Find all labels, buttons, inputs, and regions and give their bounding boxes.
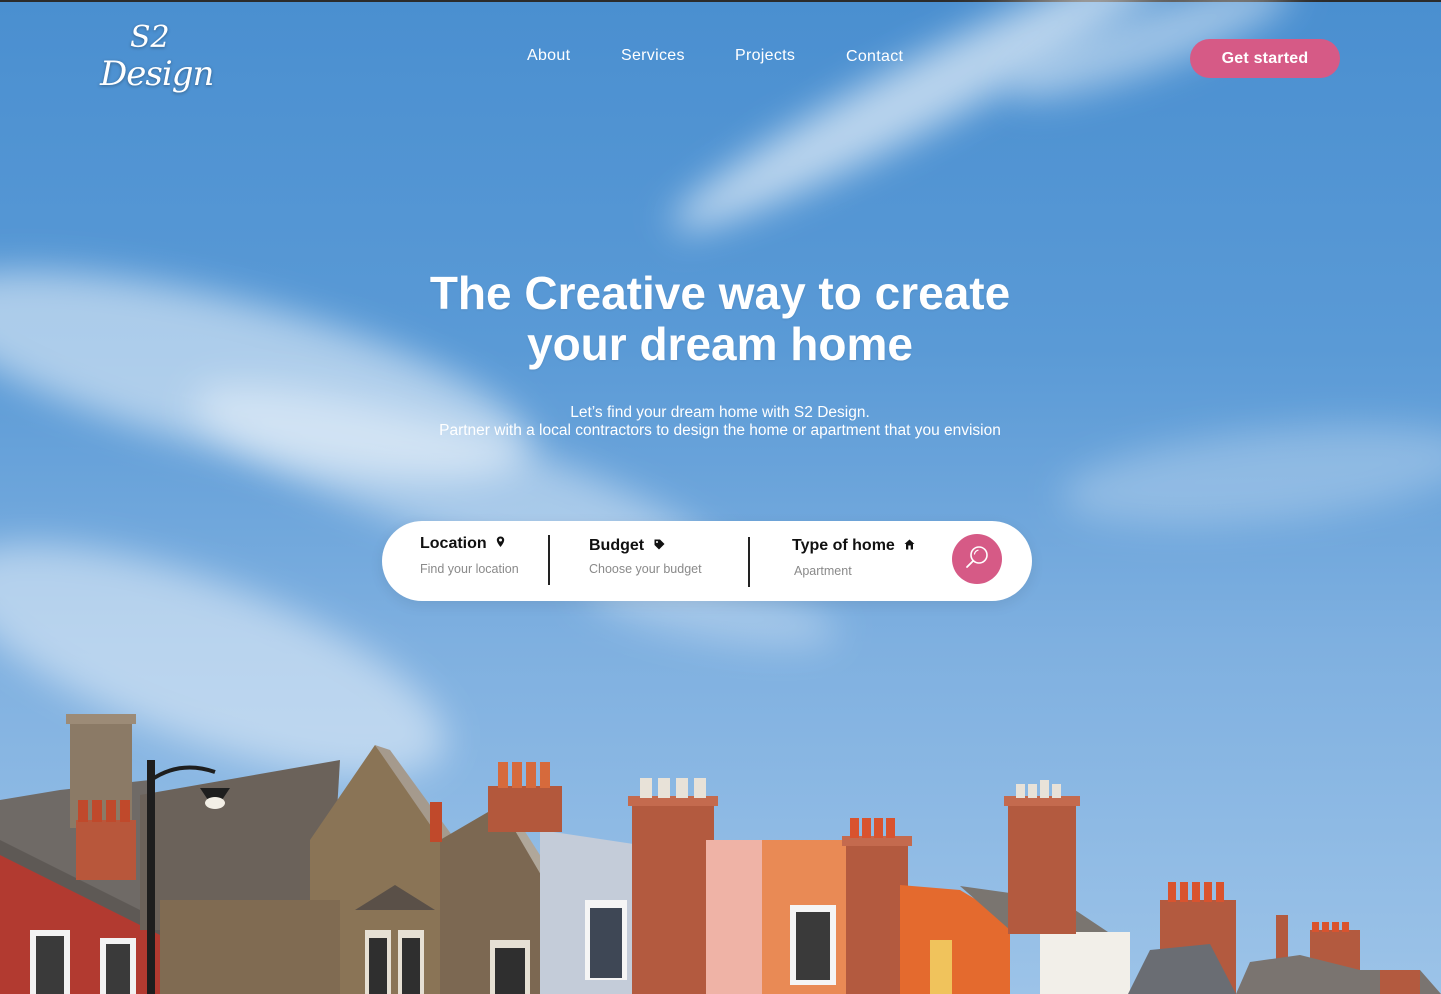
home-type-label-text: Type of home [792,537,895,555]
budget-field[interactable]: Budget Choose your budget [589,521,739,601]
nav-link-projects[interactable]: Projects [735,47,795,65]
nav-link-about[interactable]: About [527,47,570,65]
logo-line-2: Design [100,54,214,94]
budget-label-text: Budget [589,537,645,555]
logo-line-1: S2 [130,20,170,55]
get-started-button[interactable]: Get started [1190,39,1340,78]
budget-label: Budget [589,537,665,555]
hero-subtitle: Let’s find your dream home with S2 Desig… [320,404,1120,440]
house-icon [904,537,915,555]
home-type-field[interactable]: Type of home Apartment [792,521,942,601]
hero-subtitle-line-2: Partner with a local contractors to desi… [439,422,1001,439]
budget-placeholder: Choose your budget [589,562,702,576]
location-label: Location [420,535,505,553]
home-type-label: Type of home [792,537,915,555]
location-placeholder: Find your location [420,562,519,576]
nav-link-contact[interactable]: Contact [846,48,903,66]
nav-link-services[interactable]: Services [621,47,685,65]
hero-title-line-1: The Creative way to create [429,267,1011,319]
landing-page: S2 Design About Services Projects Contac… [0,0,1441,994]
search-icon [963,543,991,575]
rooftop-skyline-image [0,714,1441,994]
hero-subtitle-line-1: Let’s find your dream home with S2 Desig… [570,404,870,421]
tag-icon [654,537,665,555]
location-label-text: Location [420,535,487,553]
home-type-value: Apartment [794,564,852,578]
search-bar: Location Find your location Budget Choos… [382,521,1032,601]
brand-logo[interactable]: S2 Design [98,20,218,115]
hero-title: The Creative way to create your dream ho… [320,268,1120,370]
hero-title-line-2: your dream home [527,318,913,370]
search-divider [548,535,550,585]
search-divider [748,537,750,587]
search-button[interactable] [952,534,1002,584]
map-pin-icon [496,535,505,553]
